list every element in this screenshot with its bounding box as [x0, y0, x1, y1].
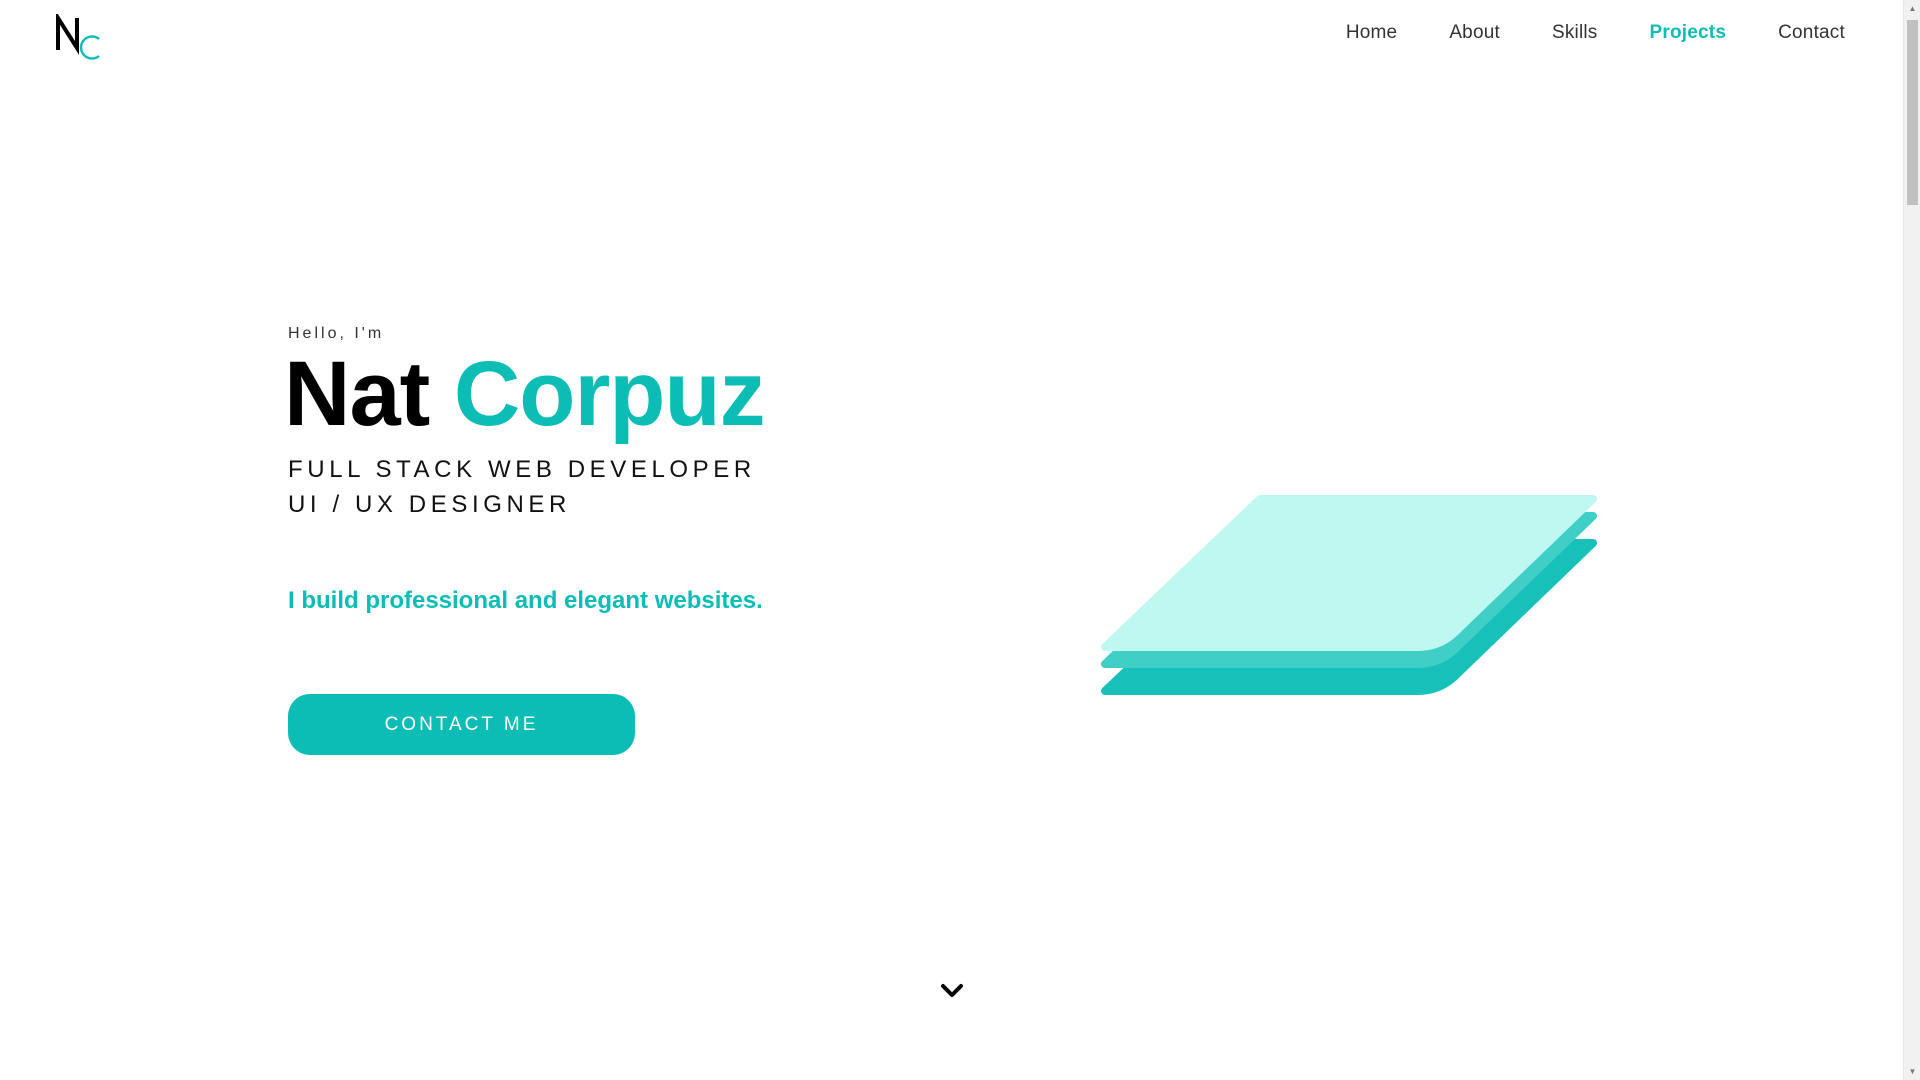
contact-me-button[interactable]: CONTACT ME — [288, 694, 635, 755]
hero-first-name: Nat — [284, 343, 430, 445]
nav-link-about[interactable]: About — [1449, 22, 1500, 44]
hero-role-primary: FULL STACK WEB DEVELOPER — [288, 456, 756, 483]
nav-link-contact[interactable]: Contact — [1778, 22, 1845, 44]
hero-last-name: Corpuz — [453, 343, 766, 445]
scroll-down-arrow-icon[interactable]: ▼ — [1904, 1063, 1920, 1080]
stacked-layers-icon — [1101, 495, 1597, 695]
page: Home About Skills Projects Contact Hello… — [0, 0, 1920, 1080]
scroll-down-button[interactable] — [940, 982, 964, 1000]
main-nav: Home About Skills Projects Contact — [1346, 0, 1845, 66]
nav-link-home[interactable]: Home — [1346, 22, 1397, 44]
vertical-scrollbar[interactable]: ▲ ▼ — [1903, 0, 1920, 1080]
nav-link-skills[interactable]: Skills — [1552, 22, 1598, 44]
hero-greeting: Hello, I'm — [288, 325, 385, 342]
hero-name: Nat Corpuz — [284, 348, 766, 440]
site-logo[interactable] — [55, 14, 105, 60]
nav-link-projects[interactable]: Projects — [1650, 22, 1727, 44]
nc-monogram-icon — [56, 14, 100, 60]
scrollbar-thumb[interactable] — [1907, 20, 1918, 205]
hero-tagline: I build professional and elegant website… — [288, 587, 763, 614]
scroll-up-arrow-icon[interactable]: ▲ — [1904, 0, 1920, 17]
hero-role-secondary: UI / UX DESIGNER — [288, 491, 571, 518]
stacked-layers-illustration — [1100, 495, 1600, 715]
chevron-down-icon — [941, 984, 963, 997]
